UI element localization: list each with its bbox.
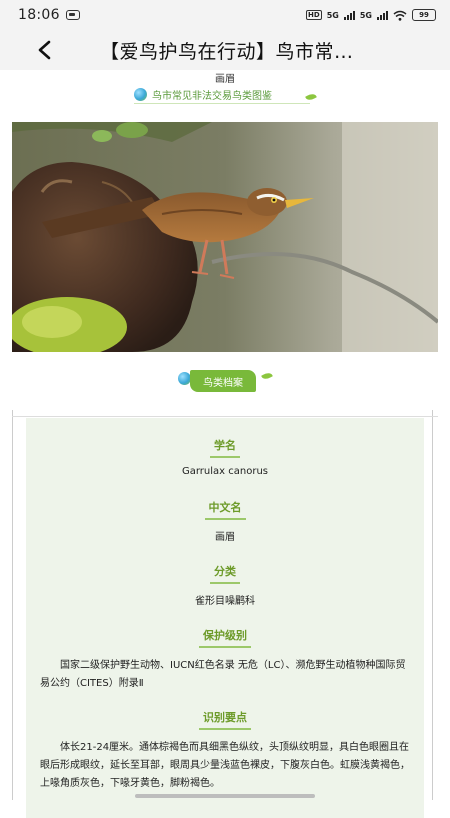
wifi-icon <box>393 10 407 21</box>
section-value: 画眉 <box>215 532 235 543</box>
section-classification: 分类 雀形目噪鹛科 <box>26 560 424 607</box>
section-paragraph: 体长21-24厘米。通体棕褐色而具细黑色纵纹，头顶纵纹明显，具白色眼圈且在眼后形… <box>40 742 410 789</box>
section-protection-level: 保护级别 国家二级保护野生动物、IUCN红色名录 无危（LC）、濒危野生动植物种… <box>26 624 424 693</box>
frame-line-right <box>432 410 433 800</box>
section-title: 识别要点 <box>199 709 251 730</box>
page-title: 【爱鸟护鸟在行动】鸟市常… <box>100 40 354 63</box>
section-value: Garrulax canorus <box>181 466 268 477</box>
section-scientific-name: 学名 Garrulax canorus <box>26 434 424 477</box>
home-indicator[interactable] <box>135 794 315 798</box>
series-tag: 鸟市常见非法交易鸟类图鉴 <box>134 86 310 104</box>
title-bar: 【爱鸟护鸟在行动】鸟市常… <box>0 30 450 70</box>
network-type-2: 5G <box>359 10 372 20</box>
section-title: 学名 <box>210 437 240 458</box>
globe-icon <box>134 88 147 101</box>
section-chinese-name: 中文名 画眉 <box>26 496 424 543</box>
back-button[interactable] <box>24 30 64 70</box>
signal-icon <box>343 10 355 20</box>
section-title: 分类 <box>210 563 240 584</box>
frame-line-left <box>12 410 13 800</box>
section-paragraph: 国家二级保护野生动物、IUCN红色名录 无危（LC）、濒危野生动植物种国际贸易公… <box>40 660 406 689</box>
archive-badge: 鸟类档案 <box>190 370 256 392</box>
section-value: 雀形目噪鹛科 <box>195 596 255 607</box>
leaf-icon-2 <box>261 370 273 382</box>
bird-name: 画眉 <box>215 74 235 85</box>
status-indicators: HD 5G 5G 99 <box>306 9 436 21</box>
signal-icon-2 <box>377 10 388 20</box>
section-title: 中文名 <box>204 499 246 520</box>
hd-voice-icon: HD <box>306 10 322 20</box>
notification-icon <box>65 10 80 20</box>
profile-card: 学名 Garrulax canorus 中文名 画眉 分类 雀形目噪鹛科 保护级… <box>26 418 424 818</box>
back-arrow-icon <box>38 40 51 60</box>
status-bar: 18:06 HD 5G 5G 99 <box>0 0 450 30</box>
series-tag-text: 鸟市常见非法交易鸟类图鉴 <box>152 91 272 102</box>
network-type-1: 5G <box>326 10 339 20</box>
status-time: 18:06 <box>18 7 60 23</box>
bird-photo <box>12 122 438 352</box>
section-title: 保护级别 <box>199 627 251 648</box>
frame-line-top <box>12 416 438 417</box>
battery-icon: 99 <box>412 9 436 21</box>
section-identification: 识别要点 体长21-24厘米。通体棕褐色而具细黑色纵纹，头顶纵纹明显，具白色眼圈… <box>26 706 424 793</box>
